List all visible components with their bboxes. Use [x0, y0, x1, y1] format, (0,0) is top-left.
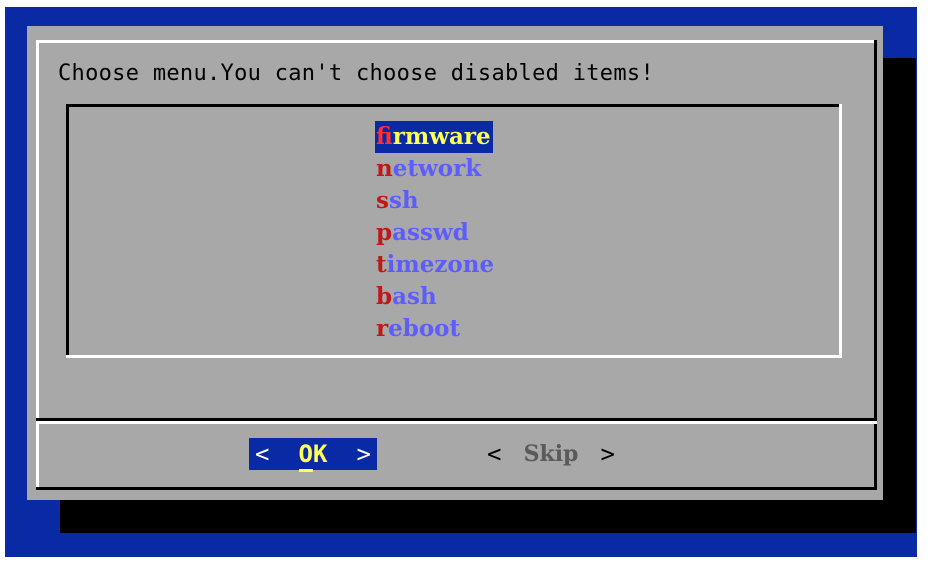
skip-button[interactable]: < Skip >: [487, 438, 615, 470]
skip-button-right-bracket: >: [600, 440, 615, 468]
menu-item-network[interactable]: network: [375, 153, 496, 185]
menu-item-passwd[interactable]: passwd: [375, 217, 496, 249]
menu-item-label: eboot: [388, 315, 461, 342]
ok-button-label: OK: [298, 440, 328, 472]
menu-item-label: irmware: [392, 123, 491, 150]
menu-item-reboot[interactable]: reboot: [375, 313, 496, 345]
menu-item-label: etwork: [392, 155, 482, 182]
menu-item-label: ash: [392, 283, 437, 310]
menu-item-hotkey: n: [376, 155, 393, 182]
skip-button-label: Skip: [523, 441, 579, 467]
ok-button-left-bracket: <: [255, 440, 270, 468]
menu-box-border-right: [839, 104, 842, 358]
dialog-frame-bottom: [36, 487, 877, 490]
button-bar-divider: [36, 421, 877, 424]
menu-item-ssh[interactable]: ssh: [375, 185, 496, 217]
menu-item-label: sh: [388, 187, 419, 214]
menu-box-border-left: [66, 104, 69, 358]
menu-item-hotkey: f: [376, 123, 393, 150]
menu-item-hotkey: t: [376, 251, 387, 278]
menu-item-hotkey: s: [376, 187, 389, 214]
menu-item-label: asswd: [392, 219, 469, 246]
menu-box-border-top: [66, 104, 842, 107]
dialog-title: Choose menu.You can't choose disabled it…: [58, 61, 654, 86]
menu-list: firmware network ssh passwd timezone bas…: [375, 121, 496, 345]
ok-button[interactable]: < OK >: [249, 438, 377, 472]
skip-button-left-bracket: <: [487, 440, 502, 468]
menu-item-timezone[interactable]: timezone: [375, 249, 496, 281]
menu-item-hotkey: r: [376, 315, 389, 342]
menu-item-firmware[interactable]: firmware: [375, 121, 493, 153]
menu-box-border-bottom: [66, 355, 842, 358]
ok-button-right-bracket: >: [356, 440, 371, 468]
menu-item-bash[interactable]: bash: [375, 281, 496, 313]
menu-item-hotkey: p: [376, 219, 393, 246]
menu-item-hotkey: b: [376, 283, 393, 310]
dialog-frame-top: [36, 40, 877, 43]
menu-item-label: imezone: [386, 251, 495, 278]
